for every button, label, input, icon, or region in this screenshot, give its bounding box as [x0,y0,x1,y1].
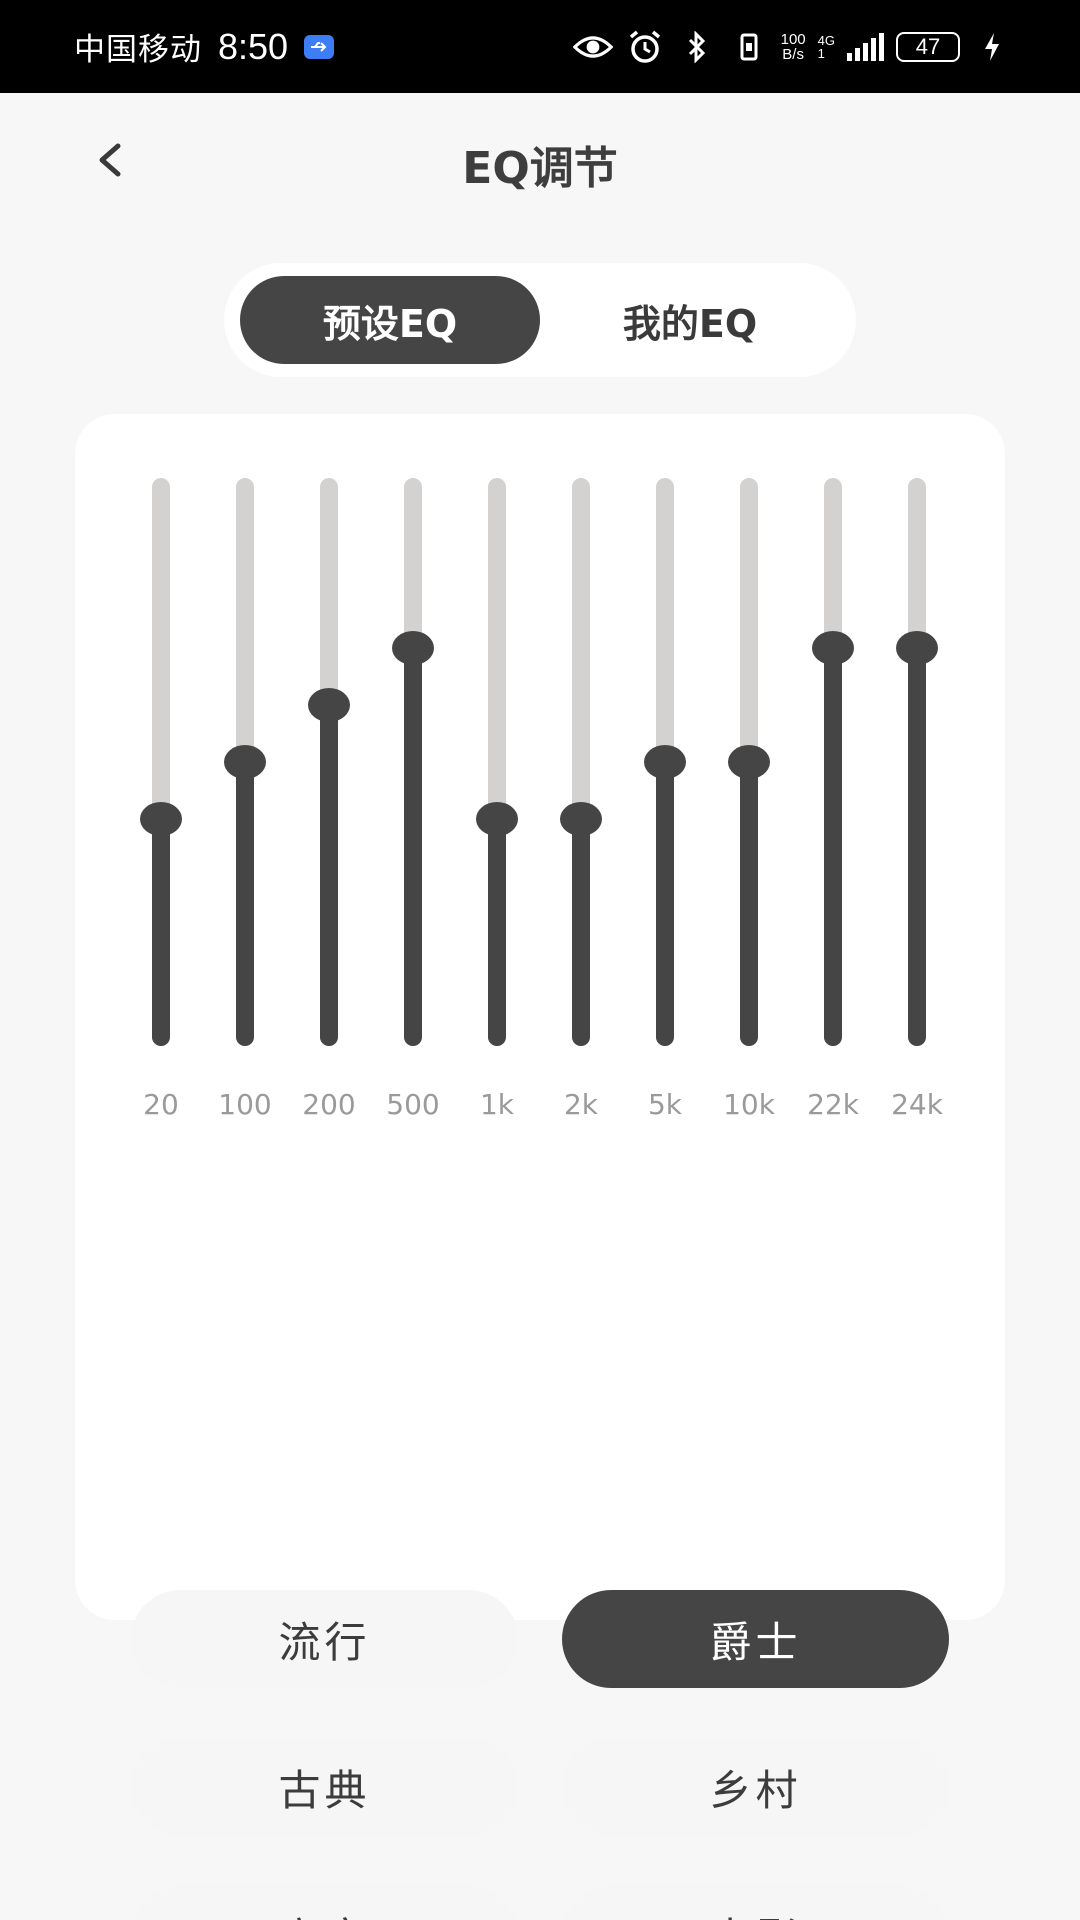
alarm-icon [625,27,665,67]
preset-button-classical[interactable]: 古典 [131,1738,518,1836]
eq-band-slider[interactable]: 22k [803,414,863,1134]
slider-fill [908,648,926,1046]
slider-knob[interactable] [140,802,182,836]
eq-band-slider[interactable]: 1k [467,414,527,1134]
tab-my-eq[interactable]: 我的EQ [540,276,840,364]
slider-knob[interactable] [224,745,266,779]
status-bar: 中国移动 8:50 100 B/s 4G 1 47 [0,0,1080,93]
slider-knob[interactable] [896,631,938,665]
slider-fill [236,762,254,1046]
eye-icon [572,27,613,67]
eq-band-slider[interactable]: 10k [719,414,779,1134]
eq-band-slider[interactable]: 20 [131,414,191,1134]
preset-button-pop[interactable]: 流行 [131,1590,518,1688]
slider-knob[interactable] [560,802,602,836]
eq-sliders: 20 100 200 500 1k 2k 5k 10k 22k 24k [75,414,1005,1134]
battery-level: 47 [915,33,941,59]
carrier-name: 中国移动 [74,32,202,68]
band-frequency-label: 24k [891,1088,943,1121]
network-speed-unit: B/s [782,45,804,63]
slider-fill [152,819,170,1046]
charging-icon [972,27,1012,67]
slider-fill [572,819,590,1046]
eq-band-slider[interactable]: 5k [635,414,695,1134]
network-speed: 100 B/s [781,32,806,62]
slider-fill [320,705,338,1046]
page-title: EQ调节 [462,143,618,194]
slider-knob[interactable] [812,631,854,665]
slider-knob[interactable] [728,745,770,779]
slider-track[interactable] [824,478,842,1046]
slider-knob[interactable] [308,688,350,722]
slider-knob[interactable] [392,631,434,665]
slider-track[interactable] [152,478,170,1046]
eq-band-slider[interactable]: 24k [887,414,947,1134]
eq-band-slider[interactable]: 200 [299,414,359,1134]
preset-button-movie[interactable]: 电影 [562,1886,949,1920]
signal-icon [847,32,884,61]
tab-preset-eq[interactable]: 预设EQ [240,276,540,364]
slider-track[interactable] [908,478,926,1046]
slider-fill [488,819,506,1046]
eq-card: 20 100 200 500 1k2k5k 10k 22k 24k 流行 爵士 古典 乡村 高… [75,414,1005,1920]
slider-track[interactable] [572,478,590,1046]
sim-slot-label: 1 [817,45,825,61]
slider-track[interactable] [488,478,506,1046]
clock: 8:50 [218,25,289,67]
slider-knob[interactable] [476,802,518,836]
preset-button-country[interactable]: 乡村 [562,1738,949,1836]
usb-icon [304,34,335,59]
slider-fill [824,648,842,1046]
eq-band-slider[interactable]: 2k [551,414,611,1134]
eq-mode-switch: 预设EQ 我的EQ [224,263,856,377]
eq-band-slider[interactable]: 100 [215,414,275,1134]
slider-fill [404,648,422,1046]
slider-fill [656,762,674,1046]
slider-track[interactable] [320,478,338,1046]
battery-indicator: 47 [896,31,960,62]
network-type-label: 4G [817,32,835,48]
vibrate-icon [729,27,769,67]
preset-button-treble[interactable]: 高音 [131,1886,518,1920]
bluetooth-icon [677,27,717,67]
network-type: 4G 1 [818,34,835,60]
eq-band-slider[interactable]: 500 [383,414,443,1134]
slider-track[interactable] [404,478,422,1046]
preset-button-jazz[interactable]: 爵士 [562,1590,949,1688]
slider-knob[interactable] [644,745,686,779]
slider-fill [740,762,758,1046]
network-speed-value: 100 [780,30,806,48]
